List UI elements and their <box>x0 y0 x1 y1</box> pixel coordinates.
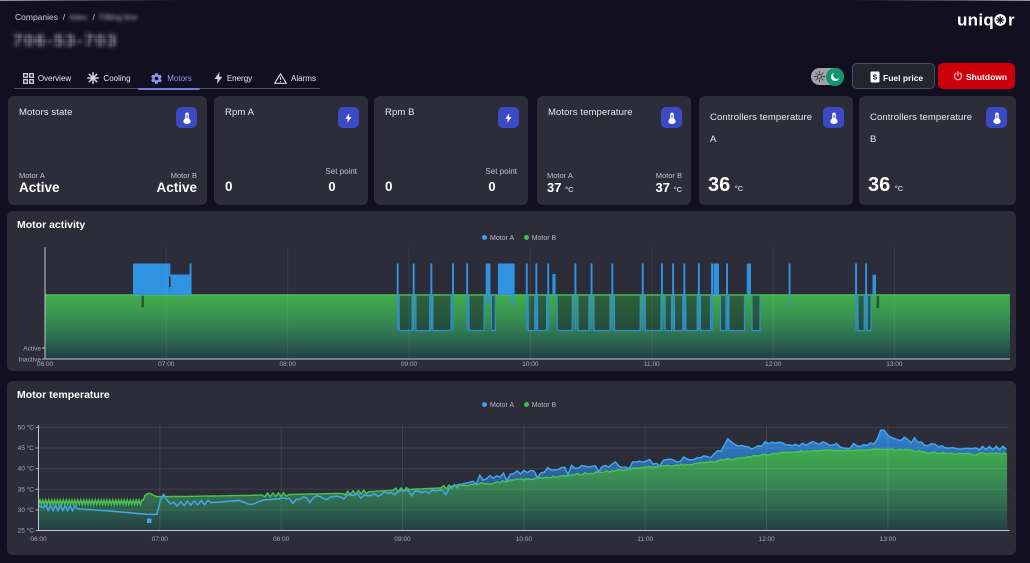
svg-text:08:00: 08:00 <box>280 361 297 368</box>
svg-text:13:00: 13:00 <box>880 536 897 543</box>
svg-text:Active: Active <box>23 346 41 353</box>
svg-text:30 °C: 30 °C <box>18 506 35 514</box>
svg-text:06:00: 06:00 <box>30 536 47 543</box>
svg-text:09:00: 09:00 <box>394 536 411 543</box>
svg-text:11:00: 11:00 <box>637 536 653 543</box>
svg-text:12:00: 12:00 <box>765 361 782 368</box>
svg-text:25 °C: 25 °C <box>18 527 35 535</box>
svg-text:35 °C: 35 °C <box>18 485 35 493</box>
svg-text:10:00: 10:00 <box>522 361 539 368</box>
svg-text:12:00: 12:00 <box>758 536 775 543</box>
svg-text:13:00: 13:00 <box>886 361 903 368</box>
svg-text:45 °C: 45 °C <box>18 444 35 452</box>
svg-text:10:00: 10:00 <box>516 536 533 543</box>
svg-text:07:00: 07:00 <box>158 361 175 368</box>
svg-text:08:00: 08:00 <box>273 536 290 543</box>
svg-text:uniq: uniq <box>957 11 994 30</box>
svg-text:09:00: 09:00 <box>401 361 418 368</box>
svg-text:06:00: 06:00 <box>37 361 54 368</box>
svg-text:07:00: 07:00 <box>152 536 169 543</box>
svg-text:r: r <box>1008 11 1015 30</box>
svg-text:40 °C: 40 °C <box>18 465 35 473</box>
svg-text:50 °C: 50 °C <box>18 423 35 431</box>
svg-text:11:00: 11:00 <box>644 361 660 368</box>
